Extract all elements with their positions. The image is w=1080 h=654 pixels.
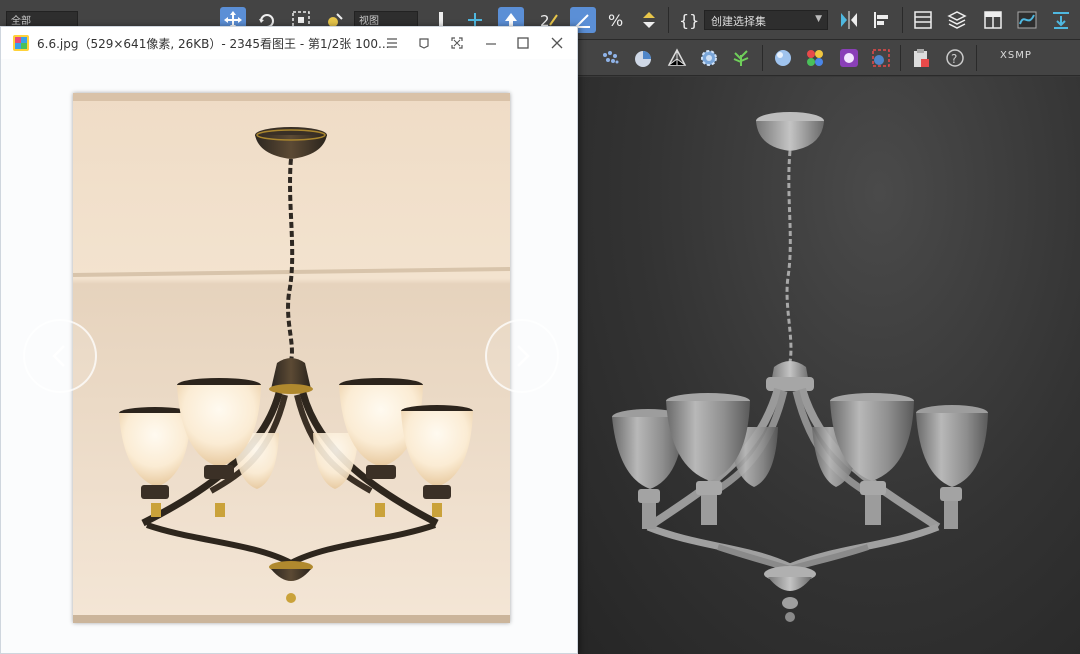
- next-image-button[interactable]: [485, 319, 559, 393]
- environment-button[interactable]: [696, 45, 722, 71]
- named-selection-value: 创建选择集: [711, 15, 766, 28]
- spinner-snap-icon: [643, 12, 655, 28]
- svg-text:%: %: [608, 11, 623, 30]
- minimize-icon: [486, 43, 496, 45]
- layer-explorer-button[interactable]: [944, 7, 970, 33]
- curly-braces-icon: {}: [679, 11, 699, 30]
- menu-button[interactable]: [378, 31, 406, 55]
- list-icon: [914, 11, 932, 29]
- renderer-label: XSMP: [1000, 50, 1032, 61]
- edit-named-selection-button[interactable]: {}: [676, 7, 702, 33]
- maximize-icon: [517, 37, 529, 49]
- curve-editor-icon: [1017, 11, 1037, 29]
- render-setup-button[interactable]: [630, 45, 656, 71]
- close-icon: [551, 37, 563, 49]
- previous-image-button[interactable]: [23, 319, 97, 393]
- scene-explorer-button[interactable]: [910, 7, 936, 33]
- reference-coordinate-dropdown[interactable]: 视图: [354, 11, 418, 27]
- svg-text:?: ?: [951, 52, 957, 66]
- teapot-icon: [635, 51, 651, 67]
- render-button[interactable]: [770, 45, 796, 71]
- align-icon: [874, 12, 888, 28]
- toolbar-divider: [976, 45, 977, 71]
- maximize-button[interactable]: [509, 31, 537, 55]
- frame-window-icon: [872, 49, 890, 67]
- minimize-button[interactable]: [477, 31, 505, 55]
- schematic-view-button[interactable]: [1048, 7, 1074, 33]
- plant-icon: [733, 50, 749, 66]
- toolbar-divider: [762, 45, 763, 71]
- layers-icon: [947, 11, 967, 29]
- plant-button[interactable]: [728, 45, 754, 71]
- percent-snap-button[interactable]: %: [604, 7, 630, 33]
- curve-editor-button[interactable]: [1014, 7, 1040, 33]
- toolbar-divider: [668, 7, 669, 33]
- download-icon: [1053, 12, 1069, 29]
- clipboard-icon: [914, 49, 929, 67]
- viewer-titlebar[interactable]: 6.6.jpg（529×641像素, 26KB）- 2345看图王 - 第1/2…: [1, 27, 577, 59]
- particles-icon: [603, 51, 619, 64]
- image-viewer-window[interactable]: 6.6.jpg（529×641像素, 26KB）- 2345看图王 - 第1/2…: [0, 26, 578, 654]
- next-arrow-icon: [517, 345, 530, 367]
- help-button[interactable]: ?: [942, 45, 968, 71]
- menu-icon: [387, 38, 397, 48]
- align-button[interactable]: [868, 7, 894, 33]
- gear-icon: [701, 50, 717, 66]
- material-browser-button[interactable]: [836, 45, 862, 71]
- material-editor-button[interactable]: [598, 45, 624, 71]
- viewer-title: 6.6.jpg（529×641像素, 26KB）- 2345看图王 - 第1/2…: [37, 37, 390, 51]
- perspective-viewport[interactable]: [578, 77, 1080, 654]
- render-frame-window-button[interactable]: [868, 45, 894, 71]
- color-balls-icon: [807, 50, 823, 66]
- rendered-frame-button[interactable]: [664, 45, 690, 71]
- spinner-snap-button[interactable]: [636, 7, 662, 33]
- chandelier-photo: [73, 93, 510, 623]
- toolbar-divider: [900, 45, 901, 71]
- pin-icon: [419, 38, 429, 49]
- svg-text:{}: {}: [679, 11, 699, 30]
- pin-button[interactable]: [410, 31, 438, 55]
- palette-icon: [840, 49, 858, 67]
- percent-snap-icon: %: [608, 11, 623, 30]
- desktop: 全部 视图 2 % {} 创建选择集 ▼ ? XSMP 6.6.jpg（529×…: [0, 0, 1080, 654]
- mirror-button[interactable]: [836, 7, 862, 33]
- chandelier-model: [612, 112, 988, 622]
- help-icon: ?: [946, 49, 964, 67]
- ribbon-icon: [984, 11, 1002, 29]
- selection-filter-dropdown[interactable]: 全部: [6, 11, 78, 27]
- named-selection-dropdown[interactable]: 创建选择集 ▼: [704, 10, 828, 30]
- fullscreen-icon: [451, 37, 463, 49]
- batch-render-button[interactable]: [908, 45, 934, 71]
- slate-material-button[interactable]: [802, 45, 828, 71]
- toolbar-divider: [902, 7, 903, 33]
- ribbon-toggle-button[interactable]: [980, 7, 1006, 33]
- pyramid-icon: [667, 48, 687, 66]
- photo-canvas[interactable]: [73, 93, 510, 623]
- app-logo-icon: [13, 35, 29, 51]
- chevron-down-icon: ▼: [815, 14, 822, 24]
- fullscreen-button[interactable]: [443, 31, 471, 55]
- sphere-icon: [775, 50, 791, 66]
- close-button[interactable]: [543, 31, 571, 55]
- prev-arrow-icon: [52, 345, 65, 367]
- mirror-icon: [841, 11, 857, 29]
